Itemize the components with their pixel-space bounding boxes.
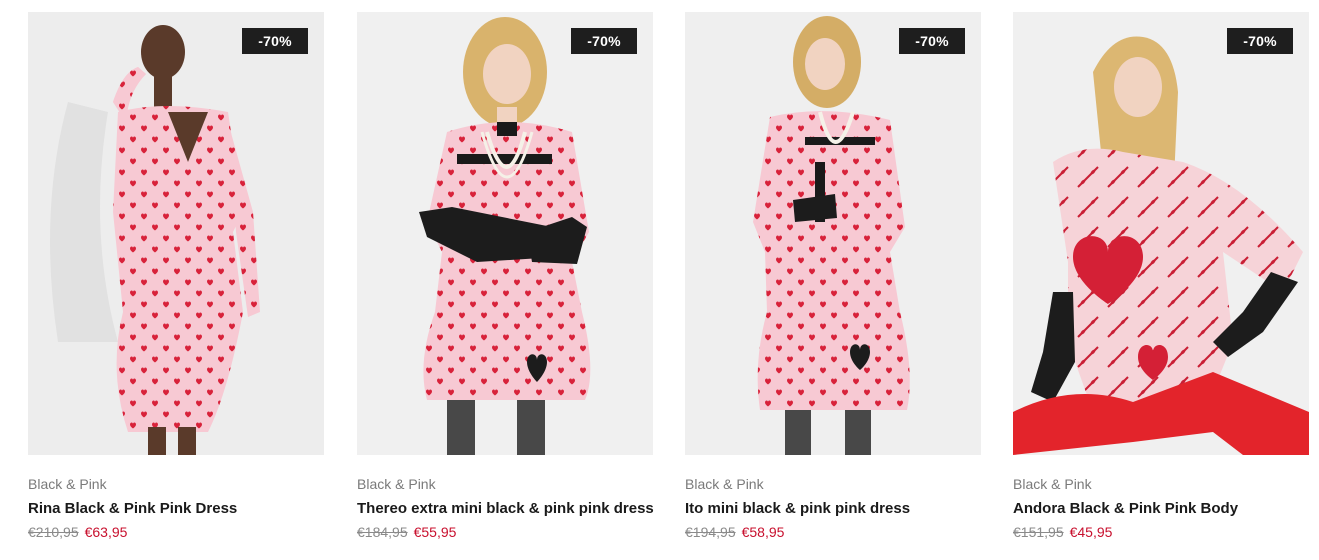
original-price: €194,95: [685, 524, 736, 540]
original-price: €210,95: [28, 524, 79, 540]
product-name[interactable]: Rina Black & Pink Pink Dress: [28, 500, 237, 517]
original-price: €184,95: [357, 524, 408, 540]
product-name[interactable]: Thereo extra mini black & pink pink dres…: [357, 500, 654, 517]
product-card[interactable]: -70% Black & Pink Ito mini black & pink …: [685, 12, 981, 552]
product-brand[interactable]: Black & Pink: [28, 476, 107, 492]
product-photo-ito: [685, 12, 981, 455]
product-image[interactable]: -70%: [685, 12, 981, 455]
product-image[interactable]: -70%: [357, 12, 653, 455]
product-brand[interactable]: Black & Pink: [1013, 476, 1092, 492]
discount-badge: -70%: [1227, 28, 1293, 54]
sale-price: €58,95: [741, 524, 785, 540]
sale-price: €45,95: [1069, 524, 1113, 540]
product-photo-andora: [1013, 12, 1309, 455]
product-photo-rina: [28, 12, 324, 455]
product-card[interactable]: -70% Black & Pink Andora Black & Pink Pi…: [1013, 12, 1309, 552]
product-card[interactable]: -70% Black & Pink Rina Black & Pink Pink…: [28, 12, 324, 552]
product-card[interactable]: -70% Black & Pink Thereo extra mini blac…: [357, 12, 654, 552]
product-price: €194,95 €58,95: [685, 524, 784, 540]
discount-badge: -70%: [571, 28, 637, 54]
product-price: €184,95 €55,95: [357, 524, 456, 540]
product-name[interactable]: Andora Black & Pink Pink Body: [1013, 500, 1238, 517]
product-price: €151,95 €45,95: [1013, 524, 1112, 540]
product-price: €210,95 €63,95: [28, 524, 127, 540]
product-name[interactable]: Ito mini black & pink pink dress: [685, 500, 910, 517]
product-brand[interactable]: Black & Pink: [685, 476, 764, 492]
product-brand[interactable]: Black & Pink: [357, 476, 436, 492]
discount-badge: -70%: [242, 28, 308, 54]
product-image[interactable]: -70%: [1013, 12, 1309, 455]
sale-price: €63,95: [84, 524, 128, 540]
original-price: €151,95: [1013, 524, 1064, 540]
product-image[interactable]: -70%: [28, 12, 324, 455]
sale-price: €55,95: [413, 524, 457, 540]
discount-badge: -70%: [899, 28, 965, 54]
product-photo-thereo: [357, 12, 653, 455]
product-grid: -70% Black & Pink Rina Black & Pink Pink…: [0, 0, 1319, 560]
